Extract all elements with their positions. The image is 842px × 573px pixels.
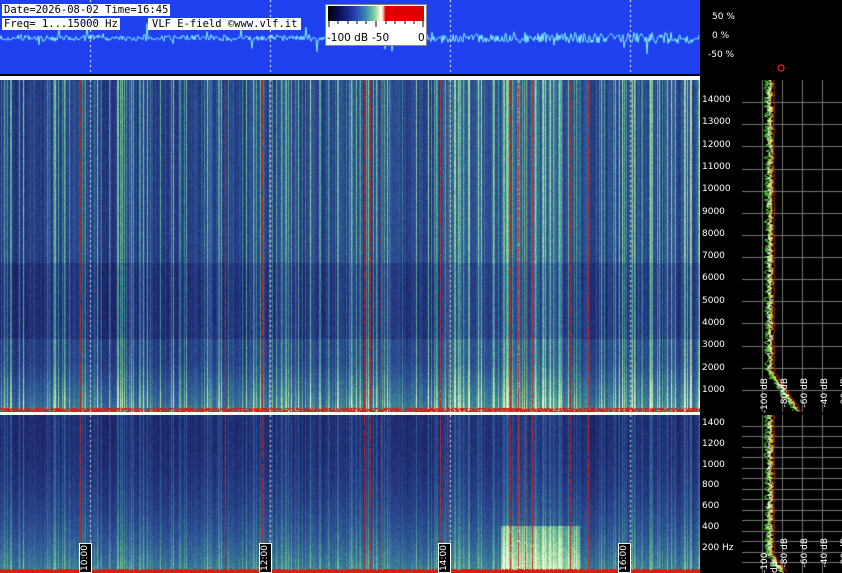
- waveform-axis-mid: 0 %: [712, 31, 730, 41]
- color-scale-min-label: -100 dB: [327, 32, 369, 44]
- lower-freq-tick-label: 200 Hz: [702, 542, 734, 553]
- upper-freq-tick-label: 8000: [702, 228, 725, 239]
- lower-freq-tick-label: 800: [702, 480, 720, 491]
- upper-db-tick-label: -60 dB: [800, 378, 810, 408]
- lower-freq-tick-label: 1400: [702, 418, 725, 428]
- color-scale-mid-label: -50: [372, 32, 390, 44]
- upper-db-tick-label: -40 dB: [820, 378, 830, 408]
- upper-freq-tick-label: 14000: [702, 95, 731, 105]
- upper-freq-tick-label: 3000: [702, 340, 725, 351]
- upper-freq-tick-label: 2000: [702, 362, 725, 373]
- power-spectrum-upper: [742, 80, 842, 412]
- color-scale-legend: -100 dB -50 0: [325, 4, 427, 46]
- upper-db-tick-label: -100 dB: [760, 378, 770, 414]
- marker-circle-icon: [777, 64, 785, 72]
- time-tick-label: 10:00: [79, 543, 92, 573]
- lower-freq-tick-label: 1200: [702, 438, 725, 449]
- lower-freq-tick-label: 600: [702, 501, 720, 512]
- lower-db-tick-label: -60 dB: [800, 538, 810, 568]
- time-tick-label: 12:00: [259, 543, 272, 573]
- color-scale-ticks: [328, 21, 424, 27]
- time-tick-label: 16:00: [618, 543, 631, 573]
- spectrogram-upper: [0, 80, 700, 412]
- upper-db-tick-label: -80 dB: [780, 378, 790, 408]
- lower-db-tick-label: -80 dB: [780, 538, 790, 568]
- spectrogram-lower: [0, 415, 700, 573]
- upper-freq-tick-label: 5000: [702, 295, 725, 306]
- lower-freq-tick-label: 400: [702, 522, 720, 532]
- waveform-axis-bottom: -50 %: [708, 50, 735, 60]
- upper-freq-tick-label: 12000: [702, 139, 731, 150]
- vlf-spectrogram-window: Date=2026-08-02 Time=16:45 Freq= 1...150…: [0, 0, 842, 573]
- lower-db-tick-label: -40 dB: [820, 538, 830, 568]
- date-time-label: Date=2026-08-02 Time=16:45: [2, 4, 171, 16]
- upper-freq-tick-label: 6000: [702, 273, 725, 284]
- upper-freq-tick-label: 1000: [702, 384, 725, 395]
- upper-freq-tick-label: 11000: [702, 161, 731, 172]
- upper-freq-tick-label: 10000: [702, 184, 731, 195]
- field-source-label: VLF E-field ©www.vlf.it: [148, 18, 302, 30]
- upper-freq-tick-label: 13000: [702, 117, 731, 128]
- freq-range-label: Freq= 1...15000 Hz: [2, 18, 120, 30]
- upper-freq-tick-label: 4000: [702, 318, 725, 328]
- time-tick-label: 14:00: [438, 543, 451, 573]
- upper-freq-tick-label: 9000: [702, 206, 725, 217]
- lower-db-tick-label: -100 dB: [760, 552, 780, 573]
- upper-freq-tick-label: 7000: [702, 251, 725, 262]
- waveform-axis-top: 50 %: [712, 12, 735, 22]
- color-scale-gradient: [328, 6, 424, 21]
- lower-freq-tick-label: 1000: [702, 459, 725, 470]
- color-scale-max-label: 0: [418, 32, 425, 44]
